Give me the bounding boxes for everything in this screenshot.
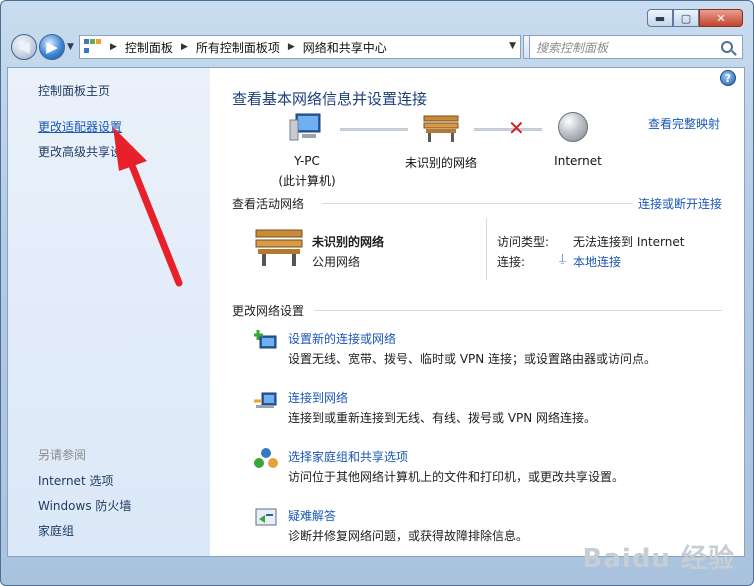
- homegroup-icon: [254, 448, 278, 468]
- see-also-internet-options[interactable]: Internet 选项: [38, 472, 113, 489]
- breadcrumb-network-center[interactable]: 网络和共享中心: [303, 39, 387, 56]
- address-bar[interactable]: ▶ 控制面板 ▶ 所有控制面板项 ▶ 网络和共享中心 ▼: [79, 35, 521, 59]
- divider: [322, 203, 632, 204]
- task-homegroup-desc: 访问位于其他网络计算机上的文件和打印机，或更改共享设置。: [288, 470, 625, 484]
- connect-disconnect-link[interactable]: 连接或断开连接: [638, 195, 722, 212]
- task-new-connection[interactable]: 设置新的连接或网络: [288, 330, 396, 347]
- sidebar-item-adapter-settings[interactable]: 更改适配器设置: [38, 118, 122, 135]
- baidu-watermark-logo: Baidu 经验: [582, 544, 735, 574]
- control-panel-icon: [84, 39, 102, 55]
- window-controls: ▬ ▢ ✕: [647, 9, 743, 27]
- forward-button[interactable]: ▶: [39, 34, 65, 60]
- see-also-homegroup[interactable]: 家庭组: [38, 522, 74, 539]
- connect-network-icon: [254, 392, 277, 408]
- help-icon[interactable]: ?: [720, 70, 736, 86]
- bench-icon: [423, 115, 459, 142]
- breadcrumb-separator[interactable]: ▶: [288, 42, 295, 52]
- recent-pages-dropdown[interactable]: ▼: [67, 42, 74, 52]
- task-new-connection-desc: 设置无线、宽带、拨号、临时或 VPN 连接；或设置路由器或访问点。: [288, 352, 657, 366]
- troubleshoot-icon: [255, 508, 277, 526]
- access-type-value: 无法连接到 Internet: [573, 235, 685, 249]
- back-button[interactable]: ◀: [11, 34, 37, 60]
- breadcrumb-control-panel[interactable]: 控制面板: [125, 39, 173, 56]
- divider: [486, 218, 487, 280]
- breadcrumb-separator[interactable]: ▶: [110, 42, 117, 52]
- pc-sub-label: (此计算机): [278, 174, 336, 188]
- maximize-button[interactable]: ▢: [673, 9, 699, 27]
- search-icon[interactable]: [721, 41, 733, 53]
- see-also-firewall[interactable]: Windows 防火墙: [38, 497, 131, 514]
- close-button[interactable]: ✕: [699, 9, 743, 27]
- connections-label: 连接:: [497, 255, 526, 269]
- internet-label: Internet: [554, 154, 602, 168]
- sidebar-item-home[interactable]: 控制面板主页: [38, 82, 110, 99]
- minimize-button[interactable]: ▬: [647, 9, 673, 27]
- divider: [314, 310, 722, 311]
- lan-connection-icon: ⍊: [559, 251, 567, 265]
- network-label: 未识别的网络: [404, 156, 477, 170]
- disconnected-x-icon: ✕: [508, 116, 525, 140]
- active-network-type[interactable]: 公用网络: [312, 253, 360, 270]
- task-homegroup[interactable]: 选择家庭组和共享选项: [288, 448, 408, 465]
- address-dropdown[interactable]: ▼: [509, 41, 516, 51]
- connection-line: [340, 128, 408, 131]
- new-connection-icon: [254, 330, 277, 349]
- breadcrumb-all-items[interactable]: 所有控制面板项: [196, 39, 280, 56]
- search-input[interactable]: 搜索控制面板: [530, 39, 721, 56]
- task-connect-network-desc: 连接到或重新连接到无线、有线、拨号或 VPN 网络连接。: [288, 411, 597, 425]
- access-type-label: 访问类型:: [497, 235, 550, 249]
- search-box[interactable]: 搜索控制面板: [529, 35, 743, 59]
- change-settings-heading: 更改网络设置: [232, 304, 305, 318]
- breadcrumb-separator[interactable]: ▶: [181, 42, 188, 52]
- network-map: ✕ Y-PC (此计算机) 未识别的网络 Internet: [210, 110, 730, 190]
- task-troubleshoot[interactable]: 疑难解答: [288, 507, 336, 524]
- internet-globe-icon: [558, 112, 588, 142]
- explorer-window: ▬ ▢ ✕ ◀ ▶ ▼ ▶ 控制面板 ▶ 所有控制面板项 ▶ 网络和共享中心 ▼…: [0, 0, 754, 586]
- content-area: 控制面板主页 更改适配器设置 更改高级共享设置 另请参阅 Internet 选项…: [7, 67, 745, 557]
- page-title: 查看基本网络信息并设置连接: [232, 90, 428, 108]
- task-connect-network[interactable]: 连接到网络: [288, 389, 348, 406]
- task-troubleshoot-desc: 诊断并修复网络问题，或获得故障排除信息。: [288, 529, 529, 543]
- active-network-name: 未识别的网络: [312, 235, 385, 249]
- pc-name-label: Y-PC: [294, 154, 320, 168]
- active-networks-heading: 查看活动网络: [232, 197, 305, 211]
- computer-icon: [289, 113, 321, 141]
- local-connection-link[interactable]: 本地连接: [573, 253, 621, 270]
- main-panel: ? 查看基本网络信息并设置连接 查看完整映射 ✕ Y-PC (此计算机) 未识别…: [210, 68, 744, 556]
- sidebar: 控制面板主页 更改适配器设置 更改高级共享设置 另请参阅 Internet 选项…: [8, 68, 210, 556]
- see-also-heading: 另请参阅: [38, 448, 87, 462]
- sidebar-item-advanced-sharing[interactable]: 更改高级共享设置: [38, 143, 134, 160]
- public-network-bench-icon: [255, 229, 303, 266]
